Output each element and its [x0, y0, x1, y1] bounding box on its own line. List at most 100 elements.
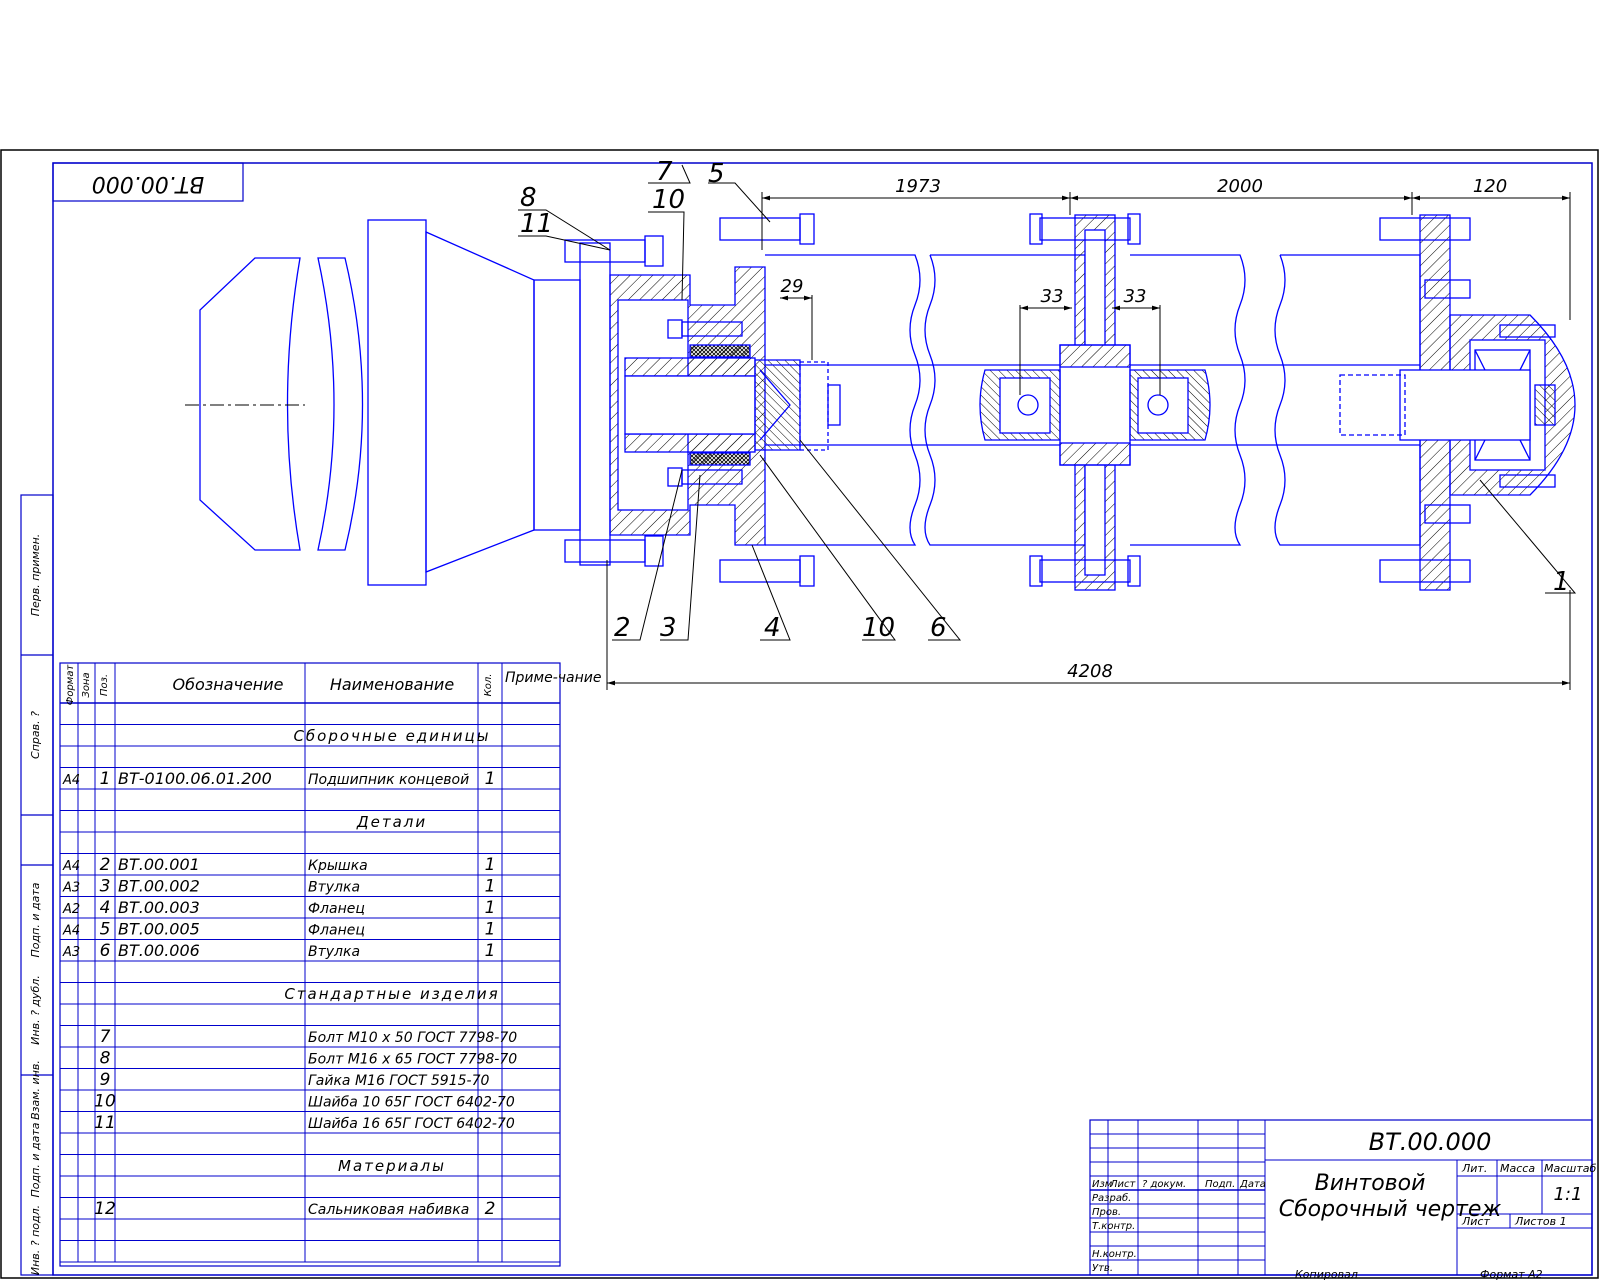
dim-29: 29 — [781, 276, 804, 297]
pos-4: 4 — [764, 613, 781, 643]
spec-name: Фланец — [308, 901, 365, 917]
pos-1: 1 — [1553, 567, 1570, 597]
spec-name: Гайка М16 ГОСТ 5915-70 — [308, 1073, 489, 1089]
hdr-qty: Кол. — [483, 674, 494, 697]
tb-header-cell: Лист — [1109, 1179, 1137, 1190]
spec-row: Сборочные единицы — [293, 727, 490, 745]
hdr-name: Наименование — [330, 675, 454, 694]
spec-pos: 3 — [100, 877, 111, 897]
tb-scale-value: 1:1 — [1554, 1184, 1583, 1205]
bushing-bore — [624, 375, 756, 435]
end-bearing — [1339, 214, 1576, 591]
spec-pos: 12 — [94, 1199, 116, 1219]
hdr-pos: Поз. — [99, 674, 110, 696]
corner-stamp-code: ВТ.00.000 — [92, 171, 205, 196]
hdr-note: Приме-чание — [505, 670, 601, 686]
strip-inv-podl: Инв. ? подл. — [29, 1205, 42, 1275]
spec-row: 8 Болт М16 х 65 ГОСТ 7798-70 — [100, 1049, 518, 1069]
spec-name: Крышка — [308, 858, 368, 874]
spec-row: А2 4 ВТ.00.003 Фланец 1 — [62, 898, 495, 918]
pos-10-bottom: 10 — [862, 613, 895, 643]
title-block: ВТ.00.000 Винтовой Сборочный чертеж Лит.… — [1089, 1119, 1596, 1280]
tb-header-cell: Дата — [1239, 1179, 1266, 1190]
gear-neck — [533, 279, 581, 531]
dim-33-left: 33 — [1041, 286, 1064, 307]
left-strip-labels: Перв. примен. Справ. ? Инв. ? подл. Подп… — [29, 534, 42, 1275]
tb-copied: Копировал — [1295, 1268, 1358, 1280]
spec-headers: Формат Зона Поз. Обозначение Наименовани… — [65, 664, 601, 706]
spec-row: 9 Гайка М16 ГОСТ 5915-70 — [100, 1070, 490, 1090]
inner-frame — [52, 162, 1593, 1276]
spec-format: А3 — [62, 881, 80, 896]
tb-header-cell: Подп. — [1205, 1179, 1235, 1190]
spec-pos: 6 — [100, 941, 111, 961]
spec-row: Детали — [356, 813, 425, 831]
hdr-zone: Зона — [81, 672, 92, 697]
strip-vzam: Взам. инв. — [29, 1060, 42, 1120]
tb-format: Формат А2 — [1480, 1268, 1543, 1280]
tb-role: Пров. — [1092, 1207, 1121, 1218]
spec-designation: ВТ.00.003 — [118, 898, 200, 917]
specification-table: Формат Зона Поз. Обозначение Наименовани… — [59, 662, 601, 1267]
dim-1973: 1973 — [895, 176, 941, 197]
pos-2: 2 — [614, 613, 631, 643]
hdr-designation: Обозначение — [172, 675, 283, 694]
spec-pos: 8 — [100, 1049, 111, 1069]
spec-rows: Сборочные единицы А4 1 ВТ-0100.06.01.200 Под… — [62, 727, 517, 1219]
packing-bottom — [689, 452, 751, 466]
spec-qty: 1 — [485, 855, 496, 875]
spec-pos: 2 — [100, 855, 111, 875]
tb-scale: Масштаб — [1544, 1162, 1596, 1175]
spec-format: А4 — [62, 773, 80, 788]
spec-name: Болт М16 х 65 ГОСТ 7798-70 — [308, 1052, 517, 1068]
spec-section: Стандартные изделия — [284, 985, 499, 1003]
motor-band — [317, 257, 364, 551]
spec-row: А4 1 ВТ-0100.06.01.200 Подшипник концевой 1 — [62, 769, 495, 789]
spec-name: Втулка — [308, 880, 360, 896]
corner-stamp: ВТ.00.000 — [52, 162, 244, 202]
tb-code: ВТ.00.000 — [1369, 1128, 1492, 1156]
spec-row: 7 Болт М10 х 50 ГОСТ 7798-70 — [100, 1027, 518, 1047]
tb-sheet: Лист — [1461, 1215, 1490, 1228]
dim-120: 120 — [1473, 176, 1507, 197]
spec-section: Материалы — [338, 1157, 446, 1175]
assembly-drawing-sheet: ВТ.00.000 Перв. примен. Справ. ? Инв. ? … — [0, 149, 1599, 1280]
tb-role: Т.контр. — [1092, 1221, 1135, 1232]
spec-qty: 1 — [485, 877, 496, 897]
tb-header-cell: ? докум. — [1142, 1179, 1186, 1190]
strip-podp2: Подп. и дата — [29, 882, 42, 957]
spec-pos: 4 — [100, 898, 111, 918]
spec-pos: 9 — [100, 1070, 111, 1090]
spec-qty: 1 — [485, 769, 496, 789]
spec-row: Материалы — [338, 1157, 446, 1175]
strip-inv-dubl: Инв. ? дубл. — [29, 975, 42, 1045]
spec-name: Фланец — [308, 923, 365, 939]
middle-coupling — [979, 213, 1211, 591]
spec-qty: 1 — [485, 920, 496, 940]
coupling-pin — [799, 361, 829, 451]
strip-podp1: Подп. и дата — [29, 1122, 42, 1197]
spec-section: Сборочные единицы — [293, 727, 490, 745]
spec-pos: 7 — [100, 1027, 111, 1047]
dim-33-right: 33 — [1124, 286, 1147, 307]
bushing-top — [624, 357, 756, 377]
spec-row: А3 6 ВТ.00.006 Втулка 1 — [62, 941, 495, 961]
tb-mass: Масса — [1500, 1162, 1535, 1175]
spec-pos: 10 — [94, 1092, 116, 1112]
spec-designation: ВТ.00.001 — [118, 855, 200, 874]
packing-top — [689, 344, 751, 358]
spec-row: А3 3 ВТ.00.002 Втулка 1 — [62, 877, 495, 897]
pos-11: 11 — [520, 209, 553, 239]
spec-row: А4 5 ВТ.00.005 Фланец 1 — [62, 920, 495, 940]
tb-name-1: Винтовой — [1315, 1171, 1426, 1196]
pos-5: 5 — [708, 159, 725, 189]
coupling-lug — [754, 359, 801, 451]
tb-role: Н.контр. — [1092, 1249, 1137, 1260]
spec-row: 12 Сальниковая набивка 2 — [94, 1199, 495, 1219]
pos-7: 7 — [656, 157, 673, 187]
dim-4208: 4208 — [1067, 661, 1113, 682]
motor-flange — [367, 219, 427, 586]
gear-cone — [425, 230, 535, 573]
spec-pos: 11 — [94, 1113, 116, 1133]
outer-border — [0, 149, 1599, 1279]
